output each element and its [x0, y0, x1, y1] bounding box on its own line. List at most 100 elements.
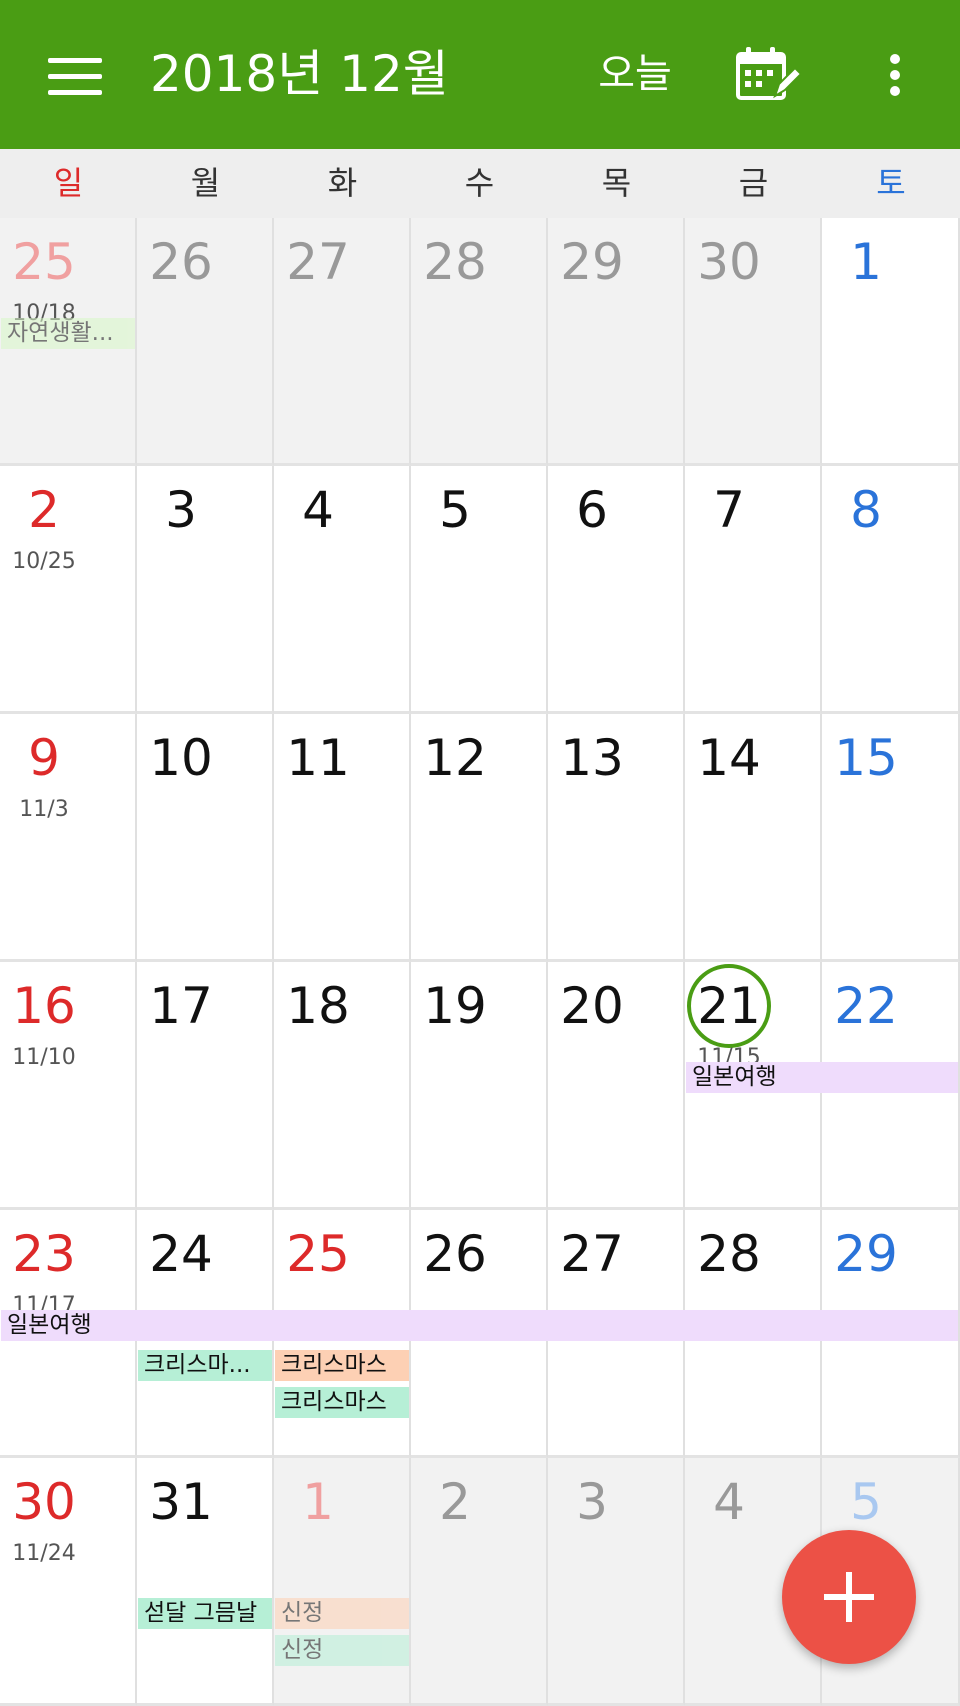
day-cell[interactable]: 27: [274, 218, 411, 466]
weekday-label: 수: [464, 164, 495, 202]
day-number: 1: [850, 233, 882, 291]
add-event-button[interactable]: [782, 1530, 916, 1664]
day-number: 21: [697, 977, 761, 1035]
lunar-date: 11/24: [12, 1541, 76, 1566]
event-chip[interactable]: 신정: [275, 1598, 409, 1629]
lunar-date: 10/25: [12, 549, 76, 574]
event-chip[interactable]: 자연생활...: [1, 318, 135, 349]
weekday-label: 월: [190, 164, 221, 202]
weekday-label: 일: [53, 164, 84, 202]
day-number: 10: [149, 729, 213, 787]
day-number: 6: [576, 481, 608, 539]
day-number: 28: [697, 1225, 761, 1283]
day-cell[interactable]: 4: [274, 466, 411, 714]
today-button[interactable]: 오늘: [580, 44, 690, 104]
day-number: 30: [12, 1473, 76, 1531]
day-number: 30: [697, 233, 761, 291]
day-cell[interactable]: 12: [411, 714, 548, 962]
weekday-label: 토: [876, 164, 906, 202]
day-cell[interactable]: 20: [548, 962, 685, 1210]
day-cell[interactable]: 29: [548, 218, 685, 466]
day-cell[interactable]: 15: [822, 714, 960, 962]
day-cell[interactable]: 13: [548, 714, 685, 962]
day-cell[interactable]: 3: [137, 466, 274, 714]
event-chip[interactable]: 크리스마...: [138, 1350, 272, 1381]
day-number: 26: [149, 233, 213, 291]
day-number: 2: [439, 1473, 471, 1531]
weekday-label: 목: [601, 164, 632, 202]
weekday-label: 화: [327, 164, 358, 202]
day-cell[interactable]: 16 11/10: [0, 962, 137, 1210]
day-number: 12: [423, 729, 487, 787]
day-cell[interactable]: 5: [411, 466, 548, 714]
day-number: 5: [850, 1473, 882, 1531]
day-cell[interactable]: 3: [548, 1458, 685, 1706]
day-number: 19: [423, 977, 487, 1035]
day-number: 26: [423, 1225, 487, 1283]
day-cell[interactable]: 7: [685, 466, 822, 714]
day-number: 4: [302, 481, 334, 539]
day-number: 11: [286, 729, 350, 787]
event-chip[interactable]: 섣달 그믐날: [138, 1598, 272, 1629]
day-number: 4: [713, 1473, 745, 1531]
more-vertical-icon: [890, 54, 900, 64]
day-number: 18: [286, 977, 350, 1035]
event-chip[interactable]: 신정: [275, 1635, 409, 1666]
day-number: 1: [302, 1473, 334, 1531]
day-number: 27: [560, 1225, 624, 1283]
day-number: 22: [834, 977, 898, 1035]
more-options-button[interactable]: [870, 40, 920, 110]
day-cell[interactable]: 8: [822, 466, 960, 714]
day-cell[interactable]: 30: [685, 218, 822, 466]
day-cell[interactable]: 1: [274, 1458, 411, 1706]
day-number: 29: [834, 1225, 898, 1283]
day-number: 5: [439, 481, 471, 539]
day-number: 14: [697, 729, 761, 787]
event-chip[interactable]: 일본여행: [1, 1310, 958, 1341]
day-cell[interactable]: 6: [548, 466, 685, 714]
month-title[interactable]: 2018년 12월: [150, 44, 449, 104]
day-number: 17: [149, 977, 213, 1035]
app-bar: 2018년 12월 오늘: [0, 0, 960, 149]
calendar-edit-button[interactable]: [735, 44, 803, 106]
day-number: 24: [149, 1225, 213, 1283]
day-number: 27: [286, 233, 350, 291]
day-number: 9: [28, 729, 60, 787]
calendar-edit-icon: [736, 47, 803, 100]
day-number: 31: [149, 1473, 213, 1531]
day-cell[interactable]: 1: [822, 218, 960, 466]
event-chip[interactable]: 일본여행: [686, 1062, 958, 1093]
menu-button[interactable]: [30, 40, 120, 110]
lunar-date: 11/10: [12, 1045, 76, 1070]
lunar-date: 11/3: [19, 797, 69, 822]
day-number: 7: [713, 481, 745, 539]
day-cell[interactable]: 26: [137, 218, 274, 466]
day-number: 25: [12, 233, 76, 291]
day-cell[interactable]: 2: [411, 1458, 548, 1706]
day-cell[interactable]: 14: [685, 714, 822, 962]
day-cell[interactable]: 28: [411, 218, 548, 466]
day-cell[interactable]: 2 10/25: [0, 466, 137, 714]
day-cell[interactable]: 11: [274, 714, 411, 962]
day-cell[interactable]: 30 11/24: [0, 1458, 137, 1706]
day-cell[interactable]: 19: [411, 962, 548, 1210]
event-chip[interactable]: 크리스마스: [275, 1350, 409, 1381]
day-cell[interactable]: 9 11/3: [0, 714, 137, 962]
day-number: 16: [12, 977, 76, 1035]
day-cell[interactable]: 10: [137, 714, 274, 962]
day-number: 23: [12, 1225, 76, 1283]
weekday-label: 금: [738, 164, 769, 202]
hamburger-menu-icon: [48, 58, 102, 63]
day-cell[interactable]: 18: [274, 962, 411, 1210]
day-cell[interactable]: 17: [137, 962, 274, 1210]
day-number: 3: [165, 481, 197, 539]
day-number: 15: [834, 729, 898, 787]
month-grid: 25 10/18 26 27 28 29 30 1 2 10/25 3 4 5 6 7 8 9 11/3 10 11 1…: [0, 218, 960, 1706]
day-cell[interactable]: 31: [137, 1458, 274, 1706]
event-chip[interactable]: 크리스마스: [275, 1387, 409, 1418]
day-number: 28: [423, 233, 487, 291]
day-number: 25: [286, 1225, 350, 1283]
day-number: 2: [28, 481, 60, 539]
day-number: 8: [850, 481, 882, 539]
day-number: 29: [560, 233, 624, 291]
